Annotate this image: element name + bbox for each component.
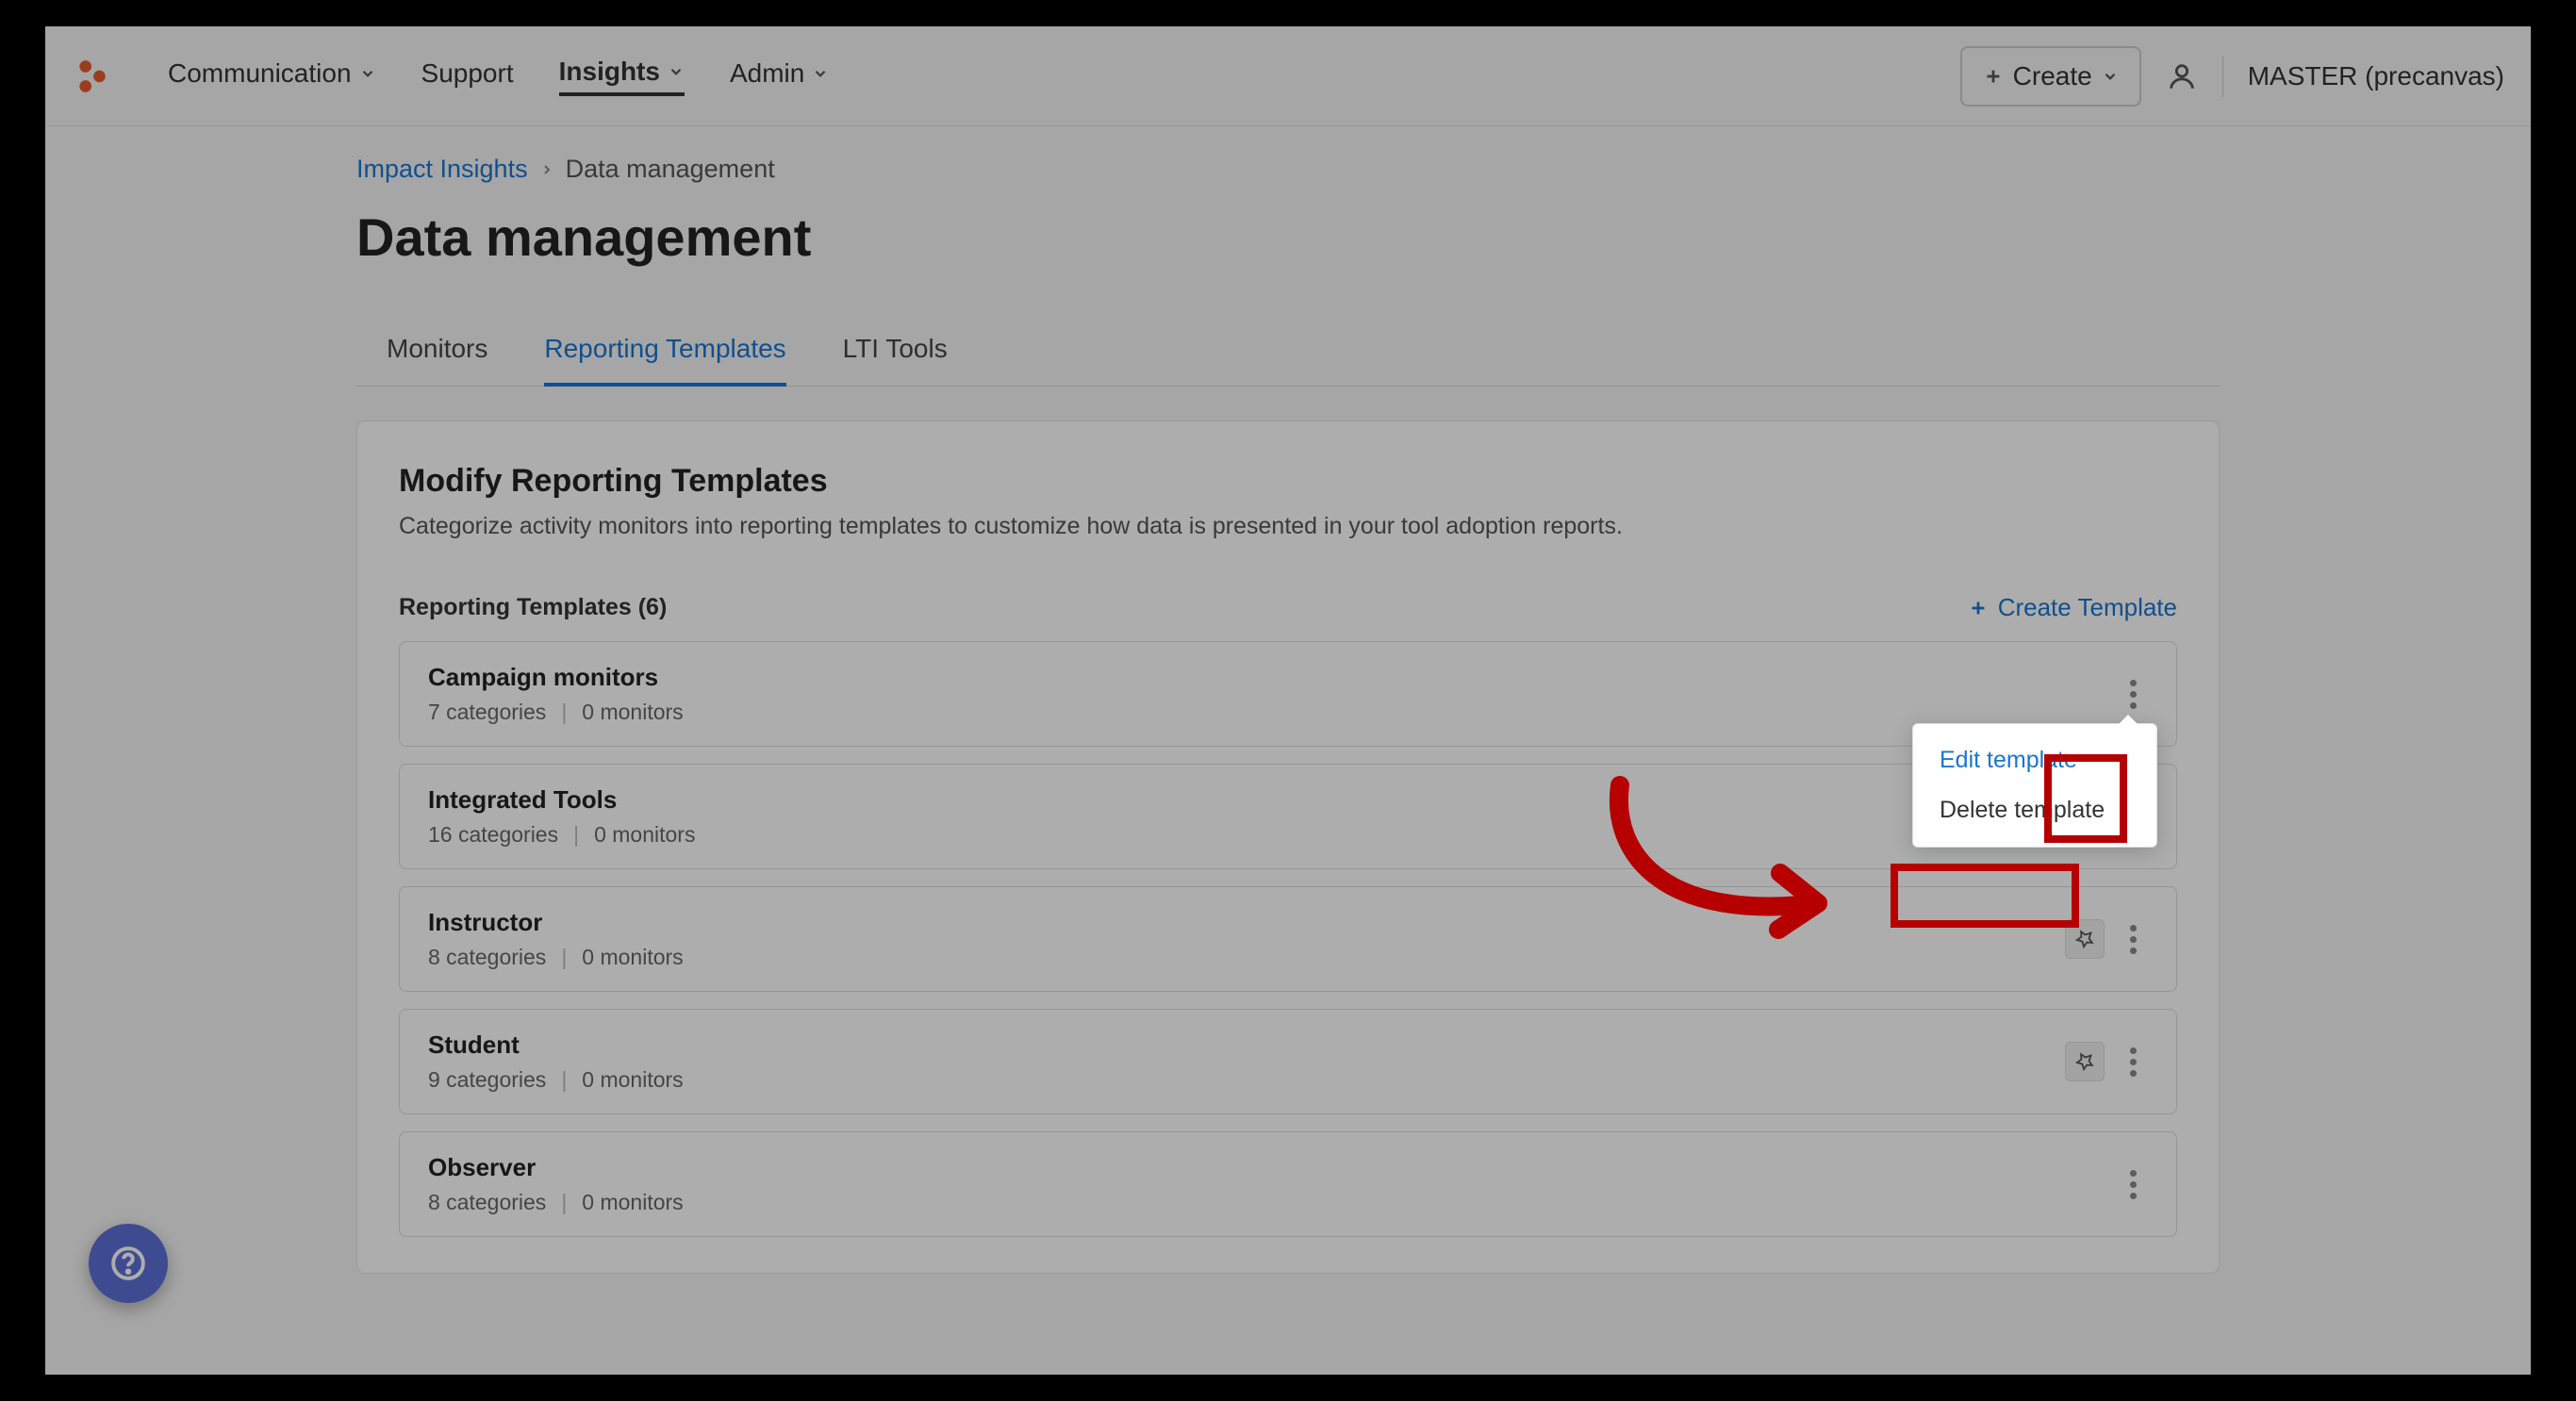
nav-communication[interactable]: Communication [168,58,376,94]
breadcrumb-parent[interactable]: Impact Insights [356,155,528,184]
meta-separator: | [561,1190,567,1215]
pin-icon [2074,1051,2095,1072]
chevron-down-icon [2102,68,2119,85]
tabs: Monitors Reporting Templates LTI Tools [356,315,2220,387]
template-name: Integrated Tools [428,785,2118,815]
nav-items: Communication Support Insights Admin [168,57,829,96]
nav-label: Insights [559,57,660,87]
kebab-menu-button[interactable] [2118,1042,2148,1081]
template-info: Observer 8 categories | 0 monitors [428,1153,2118,1215]
template-row[interactable]: Observer 8 categories | 0 monitors [399,1131,2177,1237]
nav-right: Create MASTER (precanvas) [1960,46,2504,107]
edit-template-item[interactable]: Edit template [1913,735,2156,785]
template-name: Campaign monitors [428,663,2118,692]
template-info: Student 9 categories | 0 monitors [428,1030,2065,1093]
template-categories: 9 categories [428,1067,546,1093]
kebab-icon [2130,1170,2137,1199]
chevron-down-icon [359,65,376,82]
chevron-right-icon [539,162,554,177]
template-monitors: 0 monitors [582,700,683,725]
logo[interactable] [72,57,111,96]
template-meta: 7 categories | 0 monitors [428,700,2118,725]
template-list-label: Reporting Templates (6) [399,594,667,621]
tab-monitors[interactable]: Monitors [387,315,487,387]
kebab-icon [2130,1047,2137,1077]
panel-description: Categorize activity monitors into report… [399,513,2177,540]
meta-separator: | [573,822,579,848]
kebab-menu-button[interactable] [2118,1164,2148,1204]
template-monitors: 0 monitors [582,1067,683,1093]
nav-admin[interactable]: Admin [730,58,829,94]
tab-lti-tools[interactable]: LTI Tools [843,315,948,387]
template-categories: 7 categories [428,700,546,725]
content: Impact Insights Data management Data man… [45,126,2531,1274]
nav-label: Communication [168,58,352,89]
template-actions [2118,1164,2148,1204]
template-meta: 8 categories | 0 monitors [428,1190,2118,1215]
nav-support[interactable]: Support [421,58,514,94]
tab-reporting-templates[interactable]: Reporting Templates [544,315,785,387]
help-fab[interactable] [89,1224,168,1303]
template-list-header: Reporting Templates (6) Create Template [399,593,2177,622]
chevron-down-icon [668,63,685,80]
template-categories: 16 categories [428,822,558,848]
create-button[interactable]: Create [1960,46,2141,107]
template-monitors: 0 monitors [582,945,683,970]
panel: Modify Reporting Templates Categorize ac… [356,420,2220,1274]
top-nav: Communication Support Insights Admin Cre… [45,26,2531,126]
kebab-icon [2130,925,2137,954]
create-template-button[interactable]: Create Template [1968,593,2177,622]
pin-button[interactable] [2065,1042,2105,1081]
nav-label: Admin [730,58,804,89]
plus-icon [1968,598,1989,618]
template-actions [2065,1042,2148,1081]
template-meta: 16 categories | 0 monitors [428,822,2118,848]
template-categories: 8 categories [428,945,546,970]
template-row[interactable]: Student 9 categories | 0 monitors [399,1009,2177,1114]
nav-label: Support [421,58,514,89]
breadcrumb-current: Data management [566,155,775,184]
template-actions [2118,674,2148,714]
delete-template-item[interactable]: Delete template [1913,785,2156,835]
kebab-icon [2130,680,2137,709]
meta-separator: | [561,945,567,970]
plus-icon [1983,66,2004,87]
meta-separator: | [561,700,567,725]
template-name: Observer [428,1153,2118,1182]
template-categories: 8 categories [428,1190,546,1215]
panel-heading: Modify Reporting Templates [399,463,2177,500]
chevron-down-icon [812,65,829,82]
template-info: Instructor 8 categories | 0 monitors [428,908,2065,970]
env-label: MASTER (precanvas) [2248,61,2504,91]
pin-button[interactable] [2065,919,2105,959]
create-label: Create [2013,61,2092,91]
kebab-menu-button[interactable] [2118,919,2148,959]
breadcrumb: Impact Insights Data management [356,155,2220,184]
template-info: Integrated Tools 16 categories | 0 monit… [428,785,2118,848]
template-row[interactable]: Instructor 8 categories | 0 monitors [399,886,2177,992]
template-meta: 9 categories | 0 monitors [428,1067,2065,1093]
template-row[interactable]: Campaign monitors 7 categories | 0 monit… [399,641,2177,747]
template-actions [2065,919,2148,959]
divider [2222,56,2223,97]
meta-separator: | [561,1067,567,1093]
template-dropdown-menu: Edit template Delete template [1912,723,2157,848]
template-name: Instructor [428,908,2065,937]
template-info: Campaign monitors 7 categories | 0 monit… [428,663,2118,725]
template-monitors: 0 monitors [582,1190,683,1215]
create-template-label: Create Template [1998,593,2177,622]
help-icon [110,1245,146,1281]
template-row[interactable]: Integrated Tools 16 categories | 0 monit… [399,764,2177,869]
pin-icon [2074,929,2095,949]
kebab-menu-button[interactable] [2118,674,2148,714]
template-meta: 8 categories | 0 monitors [428,945,2065,970]
template-monitors: 0 monitors [594,822,695,848]
page-title: Data management [356,206,2220,268]
nav-insights[interactable]: Insights [559,57,685,96]
template-name: Student [428,1030,2065,1060]
user-icon[interactable] [2166,60,2198,92]
